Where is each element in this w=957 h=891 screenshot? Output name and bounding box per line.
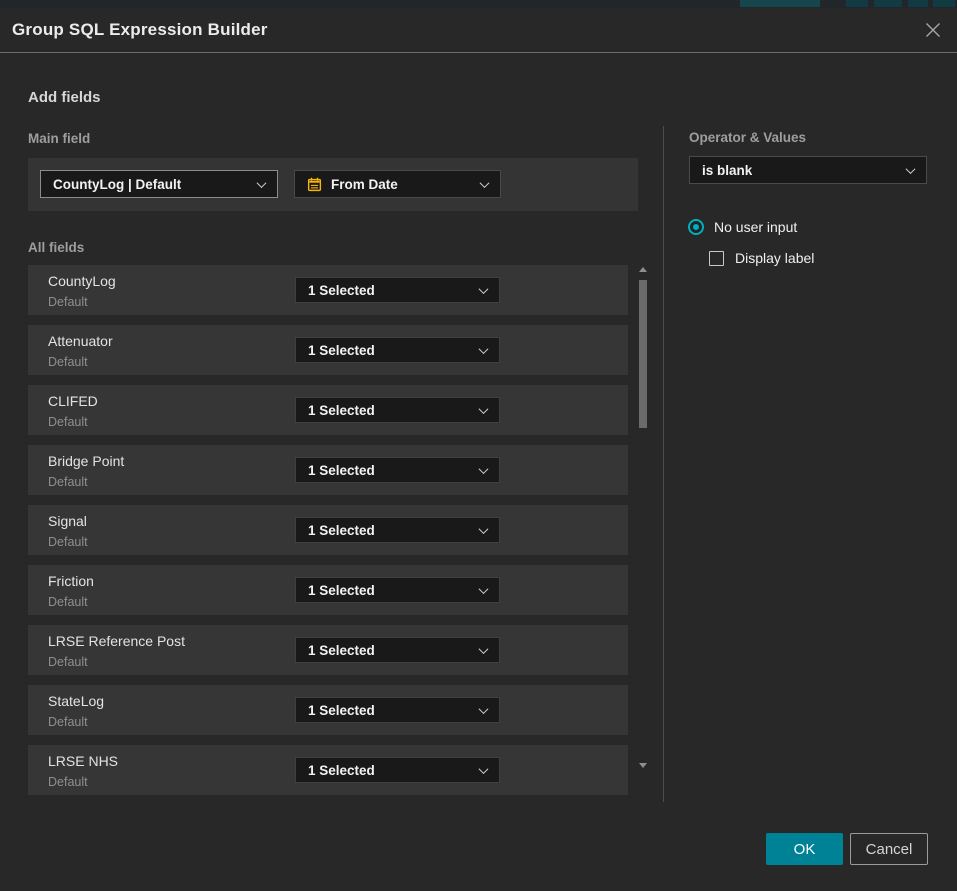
field-row: CLIFED Default 1 Selected <box>28 385 628 435</box>
dropdown-value: is blank <box>702 163 752 178</box>
panel-divider <box>663 126 664 802</box>
scrollbar-up-arrow-icon[interactable] <box>639 267 647 272</box>
operator-dropdown[interactable]: is blank <box>689 156 927 184</box>
dropdown-value: 1 Selected <box>308 523 375 538</box>
field-values-dropdown[interactable]: 1 Selected <box>295 277 500 303</box>
scrollbar-down-arrow-icon[interactable] <box>639 763 647 768</box>
chevron-down-icon <box>479 524 489 534</box>
chevron-down-icon <box>479 464 489 474</box>
main-field-label: Main field <box>28 131 90 146</box>
chevron-down-icon <box>479 284 489 294</box>
field-row: CountyLog Default 1 Selected <box>28 265 628 315</box>
dropdown-value: 1 Selected <box>308 643 375 658</box>
no-user-input-label: No user input <box>714 219 797 235</box>
field-values-dropdown[interactable]: 1 Selected <box>295 577 500 603</box>
chevron-down-icon <box>479 704 489 714</box>
field-values-dropdown[interactable]: 1 Selected <box>295 397 500 423</box>
background-fragment <box>740 0 820 7</box>
display-label-checkbox-row[interactable]: Display label <box>709 250 814 266</box>
radio-button-icon[interactable] <box>688 219 704 235</box>
dialog-titlebar: Group SQL Expression Builder <box>0 8 957 53</box>
background-fragment <box>933 0 955 7</box>
all-fields-label: All fields <box>28 240 84 255</box>
field-row: LRSE NHS Default 1 Selected <box>28 745 628 795</box>
scrollbar-thumb[interactable] <box>639 280 647 428</box>
dropdown-value: 1 Selected <box>308 763 375 778</box>
dropdown-value: 1 Selected <box>308 283 375 298</box>
fields-list-scrollbar[interactable] <box>638 265 649 770</box>
chevron-down-icon <box>479 764 489 774</box>
main-field-source-dropdown[interactable]: CountyLog | Default <box>40 170 278 198</box>
main-field-panel: CountyLog | Default From Date <box>28 158 638 211</box>
dropdown-value: 1 Selected <box>308 583 375 598</box>
field-values-dropdown[interactable]: 1 Selected <box>295 637 500 663</box>
add-fields-heading: Add fields <box>28 89 101 106</box>
group-sql-expression-builder-dialog: Group SQL Expression Builder Add fields … <box>0 8 957 891</box>
display-label-label: Display label <box>735 250 814 266</box>
dropdown-value: 1 Selected <box>308 463 375 478</box>
all-fields-list: CountyLog Default 1 Selected Attenuator … <box>28 265 628 795</box>
chevron-down-icon <box>479 344 489 354</box>
dropdown-value: From Date <box>331 177 398 192</box>
dropdown-value: 1 Selected <box>308 403 375 418</box>
background-fragment <box>908 0 928 7</box>
background-app-strip <box>0 0 957 8</box>
dropdown-value: 1 Selected <box>308 343 375 358</box>
field-values-dropdown[interactable]: 1 Selected <box>295 697 500 723</box>
background-fragment <box>846 0 868 7</box>
field-row: Friction Default 1 Selected <box>28 565 628 615</box>
chevron-down-icon <box>479 644 489 654</box>
field-row: Signal Default 1 Selected <box>28 505 628 555</box>
dialog-title: Group SQL Expression Builder <box>12 20 268 40</box>
calendar-date-icon <box>307 177 322 192</box>
close-button[interactable] <box>920 17 946 43</box>
field-row: LRSE Reference Post Default 1 Selected <box>28 625 628 675</box>
field-values-dropdown[interactable]: 1 Selected <box>295 757 500 783</box>
field-values-dropdown[interactable]: 1 Selected <box>295 457 500 483</box>
operator-values-label: Operator & Values <box>689 130 806 145</box>
chevron-down-icon <box>479 584 489 594</box>
close-icon <box>923 20 943 40</box>
chevron-down-icon <box>257 178 267 188</box>
field-row: Bridge Point Default 1 Selected <box>28 445 628 495</box>
dropdown-value: CountyLog | Default <box>53 177 181 192</box>
chevron-down-icon <box>906 164 916 174</box>
main-field-field-dropdown[interactable]: From Date <box>294 170 501 198</box>
checkbox-icon[interactable] <box>709 251 724 266</box>
ok-button[interactable]: OK <box>766 833 843 865</box>
field-row: Attenuator Default 1 Selected <box>28 325 628 375</box>
background-fragment <box>874 0 902 7</box>
field-row: StateLog Default 1 Selected <box>28 685 628 735</box>
no-user-input-radio-row[interactable]: No user input <box>688 219 797 235</box>
field-values-dropdown[interactable]: 1 Selected <box>295 337 500 363</box>
chevron-down-icon <box>479 404 489 414</box>
cancel-button[interactable]: Cancel <box>850 833 928 865</box>
field-values-dropdown[interactable]: 1 Selected <box>295 517 500 543</box>
chevron-down-icon <box>480 178 490 188</box>
dropdown-value: 1 Selected <box>308 703 375 718</box>
